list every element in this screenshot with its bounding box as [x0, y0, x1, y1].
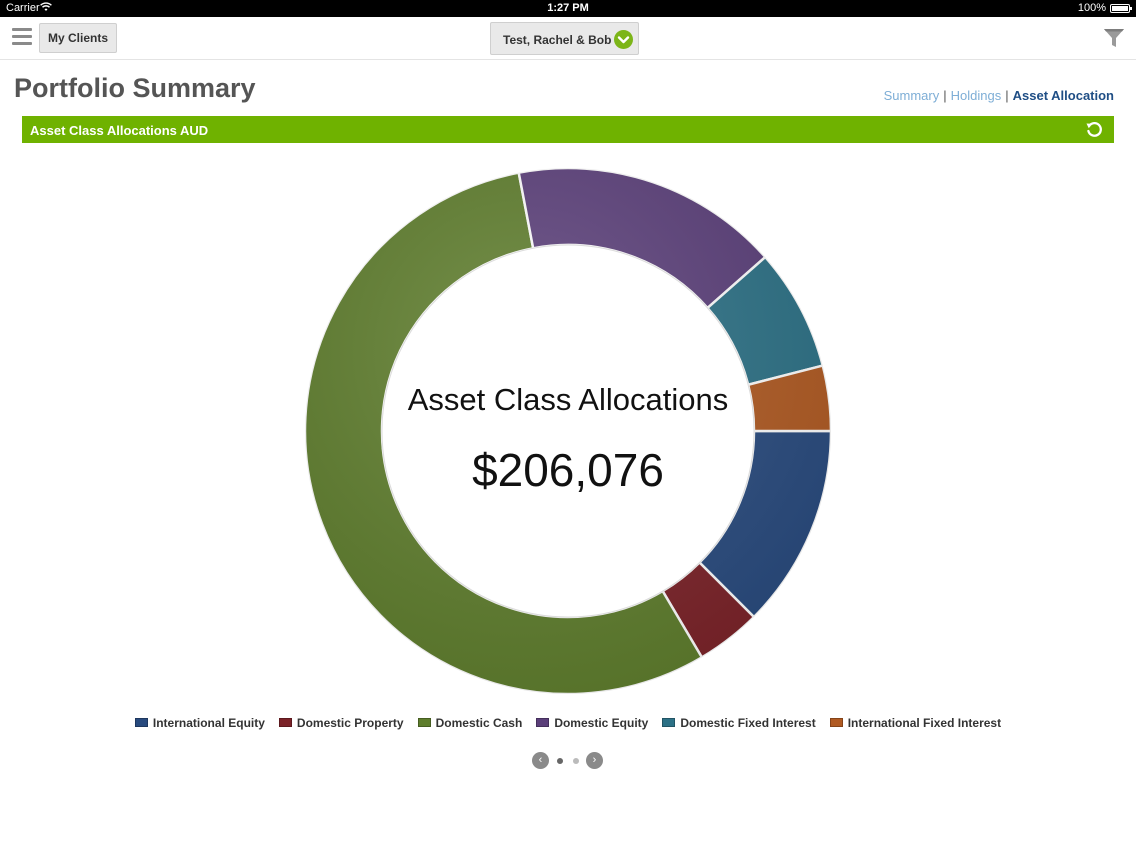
legend-item[interactable]: International Equity: [134, 716, 265, 730]
battery-percent: 100%: [1077, 2, 1106, 14]
clock: 1:27 PM: [547, 2, 589, 14]
holdings-link[interactable]: Holdings: [951, 88, 1002, 103]
summary-link[interactable]: Summary: [884, 88, 940, 103]
legend-label: Domestic Cash: [435, 716, 523, 730]
section-header: Asset Class Allocations AUD: [22, 116, 1114, 143]
page-indicator-dot[interactable]: [573, 758, 579, 764]
client-selector[interactable]: Test, Rachel & Bob: [490, 22, 639, 55]
legend-label: Domestic Fixed Interest: [680, 716, 816, 730]
legend-item[interactable]: Domestic Equity: [536, 716, 648, 730]
legend-item[interactable]: International Fixed Interest: [829, 716, 1002, 730]
nav-bar: My Clients Test, Rachel & Bob: [0, 17, 1136, 60]
legend-swatch: [417, 718, 431, 727]
page-title: Portfolio Summary: [14, 73, 256, 103]
pager: ‹ ›: [532, 752, 604, 770]
legend-label: International Fixed Interest: [847, 716, 1002, 730]
asset-allocation-link[interactable]: Asset Allocation: [1013, 88, 1114, 103]
battery-icon: [1110, 4, 1132, 13]
chevron-down-icon: [614, 30, 633, 49]
legend-swatch: [536, 718, 550, 727]
client-name: Test, Rachel & Bob: [503, 33, 612, 47]
chart-center-value: $206,076: [472, 444, 664, 496]
hamburger-menu-icon[interactable]: [12, 28, 32, 46]
legend-label: Domestic Equity: [554, 716, 649, 730]
next-page-button[interactable]: ›: [586, 752, 603, 769]
legend-item[interactable]: Domestic Fixed Interest: [662, 716, 816, 730]
legend-label: Domestic Property: [296, 716, 404, 730]
previous-page-button[interactable]: ‹: [532, 752, 549, 769]
link-divider: |: [1005, 88, 1009, 103]
allocation-donut-chart: Asset Class Allocations $206,076: [303, 166, 833, 696]
legend-swatch: [662, 718, 676, 727]
refresh-icon[interactable]: [1085, 120, 1104, 139]
page-indicator-dot-active[interactable]: [557, 758, 563, 764]
filter-icon[interactable]: [1103, 27, 1125, 49]
chart-legend: International Equity Domestic Property Dom…: [0, 716, 1136, 730]
legend-swatch: [829, 718, 843, 727]
legend-item[interactable]: Domestic Property: [278, 716, 404, 730]
section-title: Asset Class Allocations AUD: [30, 123, 209, 138]
legend-swatch: [278, 718, 292, 727]
view-switcher: Summary | Holdings | Asset Allocation: [884, 88, 1114, 103]
legend-item[interactable]: Domestic Cash: [417, 716, 523, 730]
my-clients-button[interactable]: My Clients: [39, 23, 117, 53]
legend-swatch: [134, 718, 148, 727]
chart-center-title: Asset Class Allocations: [408, 382, 728, 417]
legend-label: International Equity: [152, 716, 265, 730]
link-divider: |: [943, 88, 947, 103]
status-bar: Carrier 1:27 PM 100%: [0, 0, 1136, 17]
